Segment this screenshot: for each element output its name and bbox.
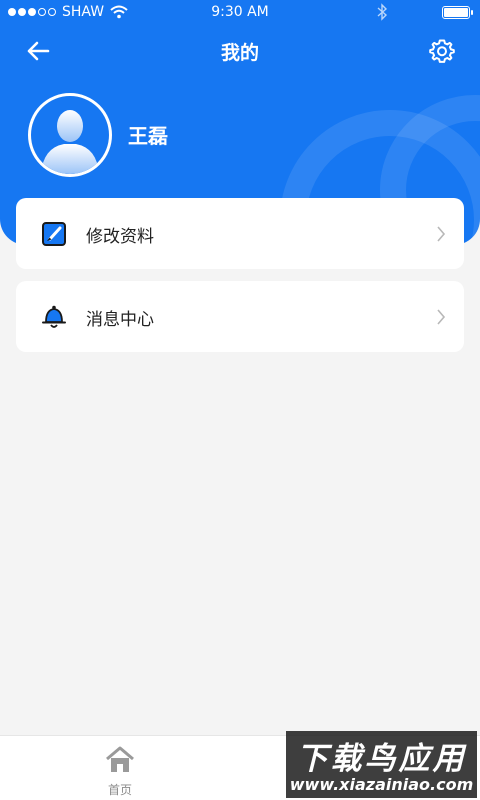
menu-item-message-center[interactable]: 消息中心 — [16, 281, 464, 352]
watermark-url: www.xiazainiao.com — [289, 775, 474, 794]
tab-home[interactable]: 首页 — [90, 742, 150, 797]
status-bar: SHAW 9:30 AM — [0, 0, 480, 26]
status-time: 9:30 AM — [211, 4, 269, 20]
site-watermark: 下载鸟应用 www.xiazainiao.com — [286, 731, 477, 798]
chevron-right-icon — [437, 226, 446, 242]
tab-home-label: 首页 — [107, 783, 132, 797]
avatar[interactable] — [28, 93, 112, 177]
menu-item-edit-profile[interactable]: 修改资料 — [16, 198, 464, 269]
settings-button[interactable] — [426, 35, 458, 67]
bell-icon — [42, 305, 66, 328]
bluetooth-icon — [377, 3, 388, 21]
menu-item-label: 修改资料 — [86, 227, 154, 247]
watermark-title: 下载鸟应用 — [296, 741, 467, 777]
menu-item-label: 消息中心 — [86, 310, 154, 330]
gear-icon — [429, 39, 455, 63]
user-silhouette-icon — [41, 110, 99, 174]
chevron-right-icon — [437, 309, 446, 325]
battery-icon — [442, 6, 473, 19]
home-icon — [106, 746, 134, 772]
user-name: 王磊 — [128, 124, 168, 148]
page-title: 我的 — [220, 42, 259, 64]
edit-note-icon — [42, 222, 66, 246]
